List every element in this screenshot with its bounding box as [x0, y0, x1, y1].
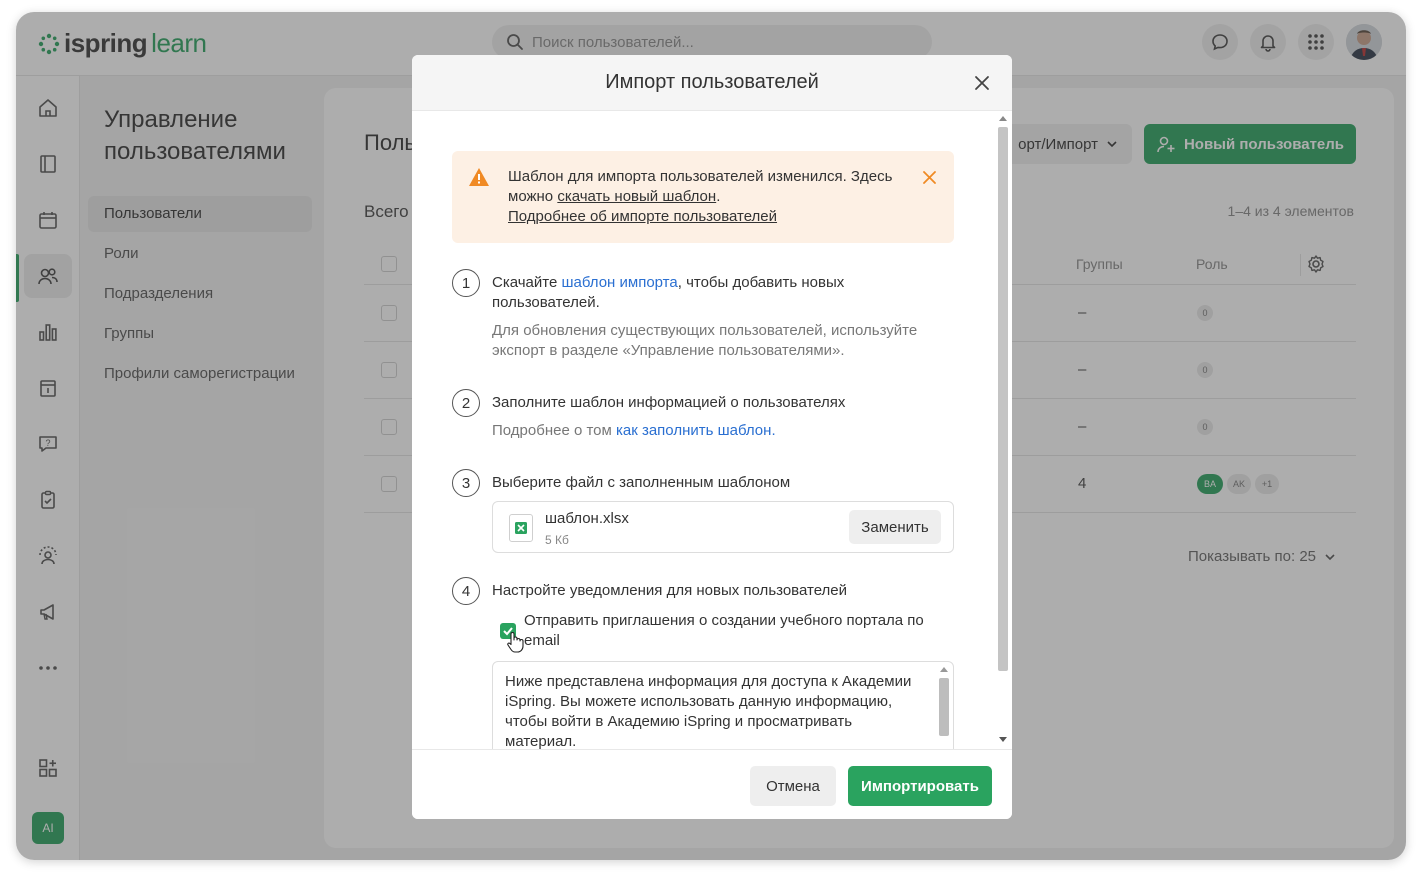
close-icon [975, 76, 989, 90]
selected-file: шаблон.xlsx 5 Кб Заменить [492, 501, 954, 553]
textarea-scrollbar[interactable] [937, 664, 951, 749]
close-icon [923, 171, 936, 184]
dialog-footer: Отмена Импортировать [412, 749, 1012, 819]
step-sub-part: . [771, 422, 776, 439]
dialog-scrollbar[interactable] [996, 111, 1010, 749]
step-number: 2 [452, 389, 480, 417]
alert-message: Шаблон для импорта пользователей изменил… [508, 167, 908, 227]
step-text-part: Скачайте [492, 274, 562, 291]
dialog-close-button[interactable] [970, 71, 994, 95]
step-sub-part: Подробнее о том [492, 422, 616, 439]
import-template-link[interactable]: шаблон импорта [562, 274, 678, 291]
alert-close-button[interactable] [923, 171, 936, 189]
textarea-scroll-thumb[interactable] [939, 678, 949, 736]
step-1-subtext: Для обновления существующих пользователе… [492, 322, 918, 359]
dialog-scroll-thumb[interactable] [998, 127, 1008, 671]
how-to-fill-template-link[interactable]: как заполнить шаблон [616, 422, 771, 439]
step-4-text: Настройте уведомления для новых пользова… [492, 582, 848, 599]
import-users-dialog: Импорт пользователей Шаблон для импорта … [412, 55, 1012, 819]
invitation-message-textarea[interactable]: Ниже представлена информация для доступа… [492, 661, 954, 749]
template-changed-alert: Шаблон для импорта пользователей изменил… [452, 151, 954, 243]
download-new-template-link[interactable]: скачать новый шаблон [557, 188, 716, 205]
step-number: 1 [452, 269, 480, 297]
file-name: шаблон.xlsx [545, 510, 629, 527]
step-2-subtext: Подробнее о том как заполнить шаблон. [492, 421, 942, 441]
step-1-text: Скачайте шаблон импорта, чтобы добавить … [492, 273, 942, 313]
step-number: 3 [452, 469, 480, 497]
dialog-header: Импорт пользователей [412, 55, 1012, 111]
replace-file-button[interactable]: Заменить [849, 510, 941, 544]
scroll-down-icon[interactable] [999, 737, 1007, 743]
hand-cursor-icon [507, 632, 524, 653]
step-2-text: Заполните шаблон информацией о пользоват… [492, 394, 846, 411]
excel-icon [515, 522, 527, 534]
alert-text-part: . [716, 188, 721, 205]
send-invitations-label[interactable]: Отправить приглашения о создании учебног… [524, 611, 944, 651]
dialog-body: Шаблон для импорта пользователей изменил… [412, 111, 1012, 749]
import-button[interactable]: Импортировать [848, 766, 992, 806]
dialog-title: Импорт пользователей [605, 71, 819, 93]
cancel-button[interactable]: Отмена [750, 766, 836, 806]
invitation-message-text: Ниже представлена информация для доступа… [505, 673, 912, 749]
file-size: 5 Кб [545, 533, 569, 547]
scroll-up-icon [940, 667, 948, 672]
import-details-link[interactable]: Подробнее об импорте пользователей [508, 208, 777, 225]
warning-icon [469, 168, 489, 186]
step-number: 4 [452, 577, 480, 605]
scroll-up-icon[interactable] [999, 115, 1007, 121]
excel-file-icon [509, 514, 533, 542]
step-3-text: Выберите файл с заполненным шаблоном [492, 474, 791, 491]
